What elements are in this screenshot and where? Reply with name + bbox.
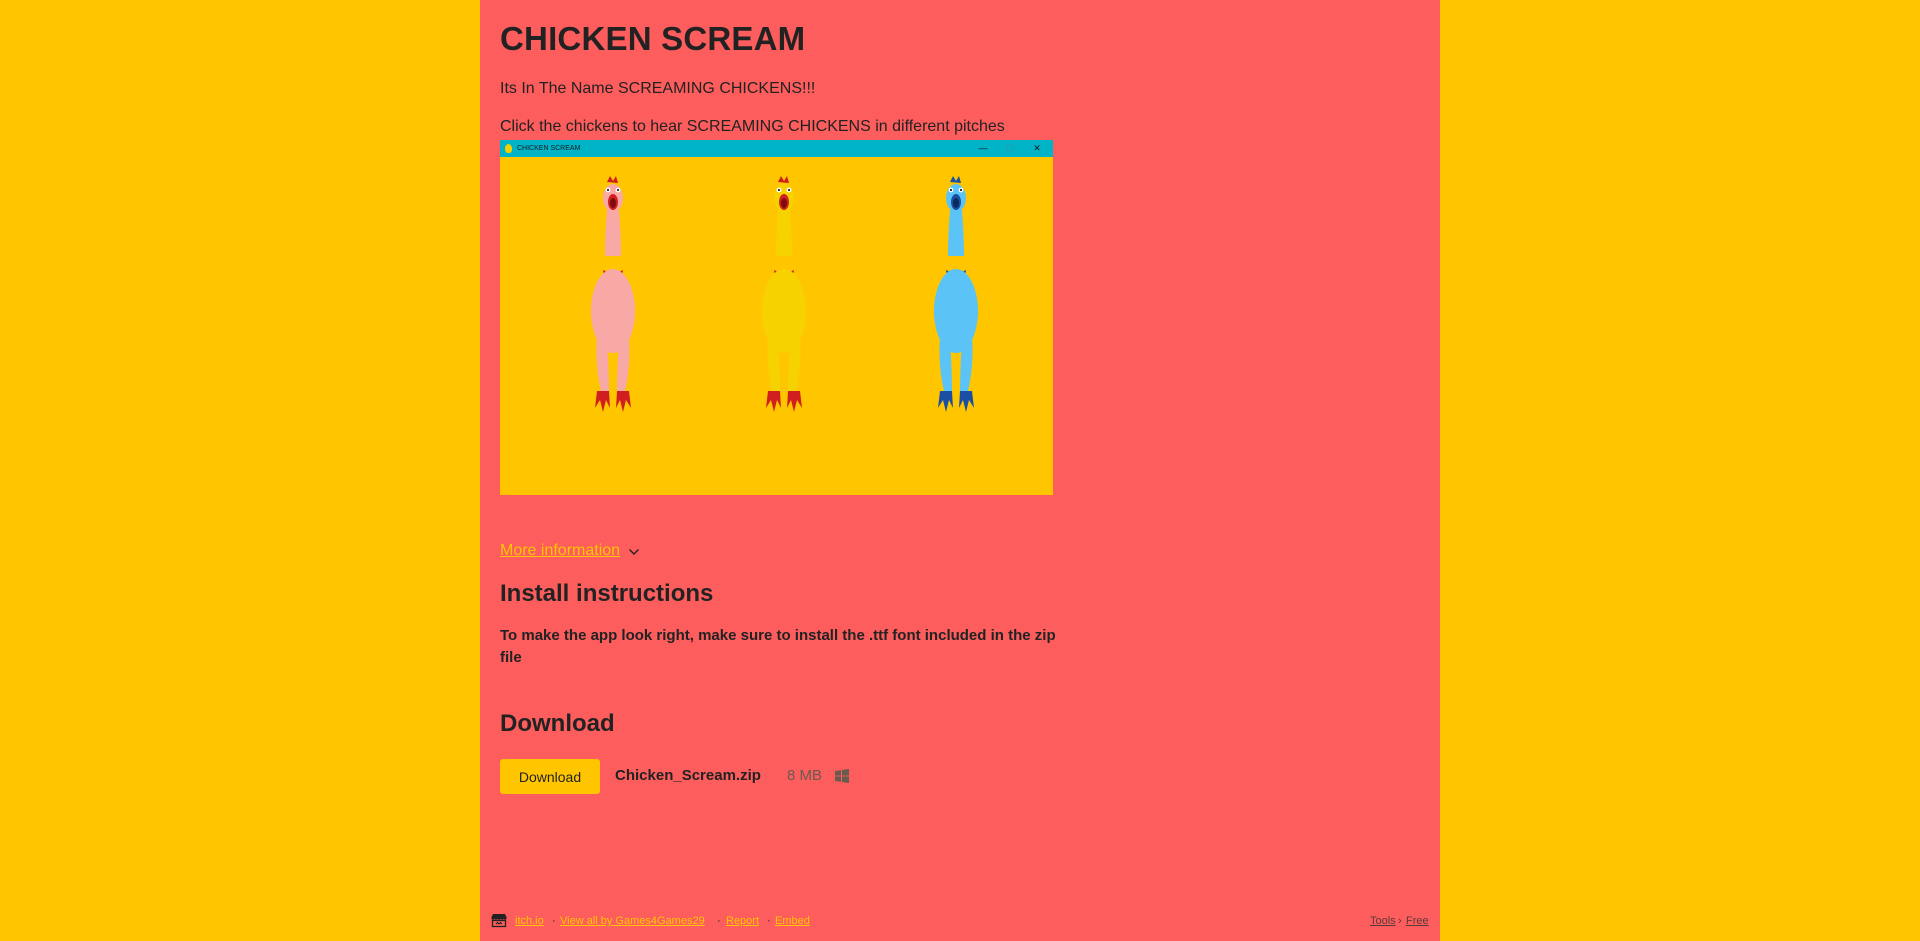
blue-chicken-image — [934, 176, 978, 412]
pink-chicken-image — [591, 176, 635, 412]
download-file-name: Chicken_Scream.zip — [615, 767, 761, 784]
more-information-link[interactable]: More information — [500, 542, 620, 560]
install-instructions-text: To make the app look right, make sure to… — [500, 627, 1056, 666]
maximize-icon: ☐ — [1005, 143, 1015, 153]
footer-breadcrumb-separator: › — [1398, 915, 1402, 927]
close-icon: ✕ — [1033, 143, 1041, 153]
footer-separator: · — [767, 915, 771, 927]
screenshot-window-title: CHICKEN SCREAM — [517, 145, 581, 152]
itchio-logo-icon[interactable] — [491, 913, 507, 928]
footer-view-all-link[interactable]: View all by Games4Games29 — [560, 915, 705, 927]
footer-tools-link[interactable]: Tools — [1370, 915, 1396, 927]
chicken-figure — [934, 176, 978, 412]
page-title: CHICKEN SCREAM — [500, 20, 806, 57]
download-heading: Download — [500, 710, 615, 737]
install-instructions-heading: Install instructions — [500, 580, 714, 607]
yellow-chicken-image — [762, 176, 806, 412]
chicken-figure — [591, 176, 635, 412]
footer-itchio-link[interactable]: itch.io — [515, 915, 544, 927]
footer-embed-link[interactable]: Embed — [775, 915, 810, 927]
screenshot-window-titlebar: CHICKEN SCREAM — ☐ ✕ — [500, 140, 1053, 157]
chevron-down-icon[interactable] — [628, 547, 640, 557]
chicken-figure — [762, 176, 806, 412]
game-screenshot[interactable]: CHICKEN SCREAM — ☐ ✕ — [500, 140, 1053, 495]
footer: itch.io · View all by Games4Games29 · Re… — [480, 911, 1440, 931]
download-button[interactable]: Download — [500, 759, 600, 794]
windows-icon — [835, 769, 849, 783]
footer-separator: · — [717, 915, 721, 927]
description-line-1: Its In The Name SCREAMING CHICKENS!!! — [500, 80, 816, 97]
footer-free-link[interactable]: Free — [1406, 915, 1429, 927]
footer-separator: · — [552, 915, 556, 927]
page-column: CHICKEN SCREAM Its In The Name SCREAMING… — [480, 0, 1440, 941]
footer-report-link[interactable]: Report — [726, 915, 759, 927]
chicken-app-icon — [505, 144, 512, 153]
download-file-size: 8 MB — [787, 767, 823, 784]
minimize-icon: — — [978, 143, 988, 153]
description-line-2: Click the chickens to hear SCREAMING CHI… — [500, 118, 1005, 135]
